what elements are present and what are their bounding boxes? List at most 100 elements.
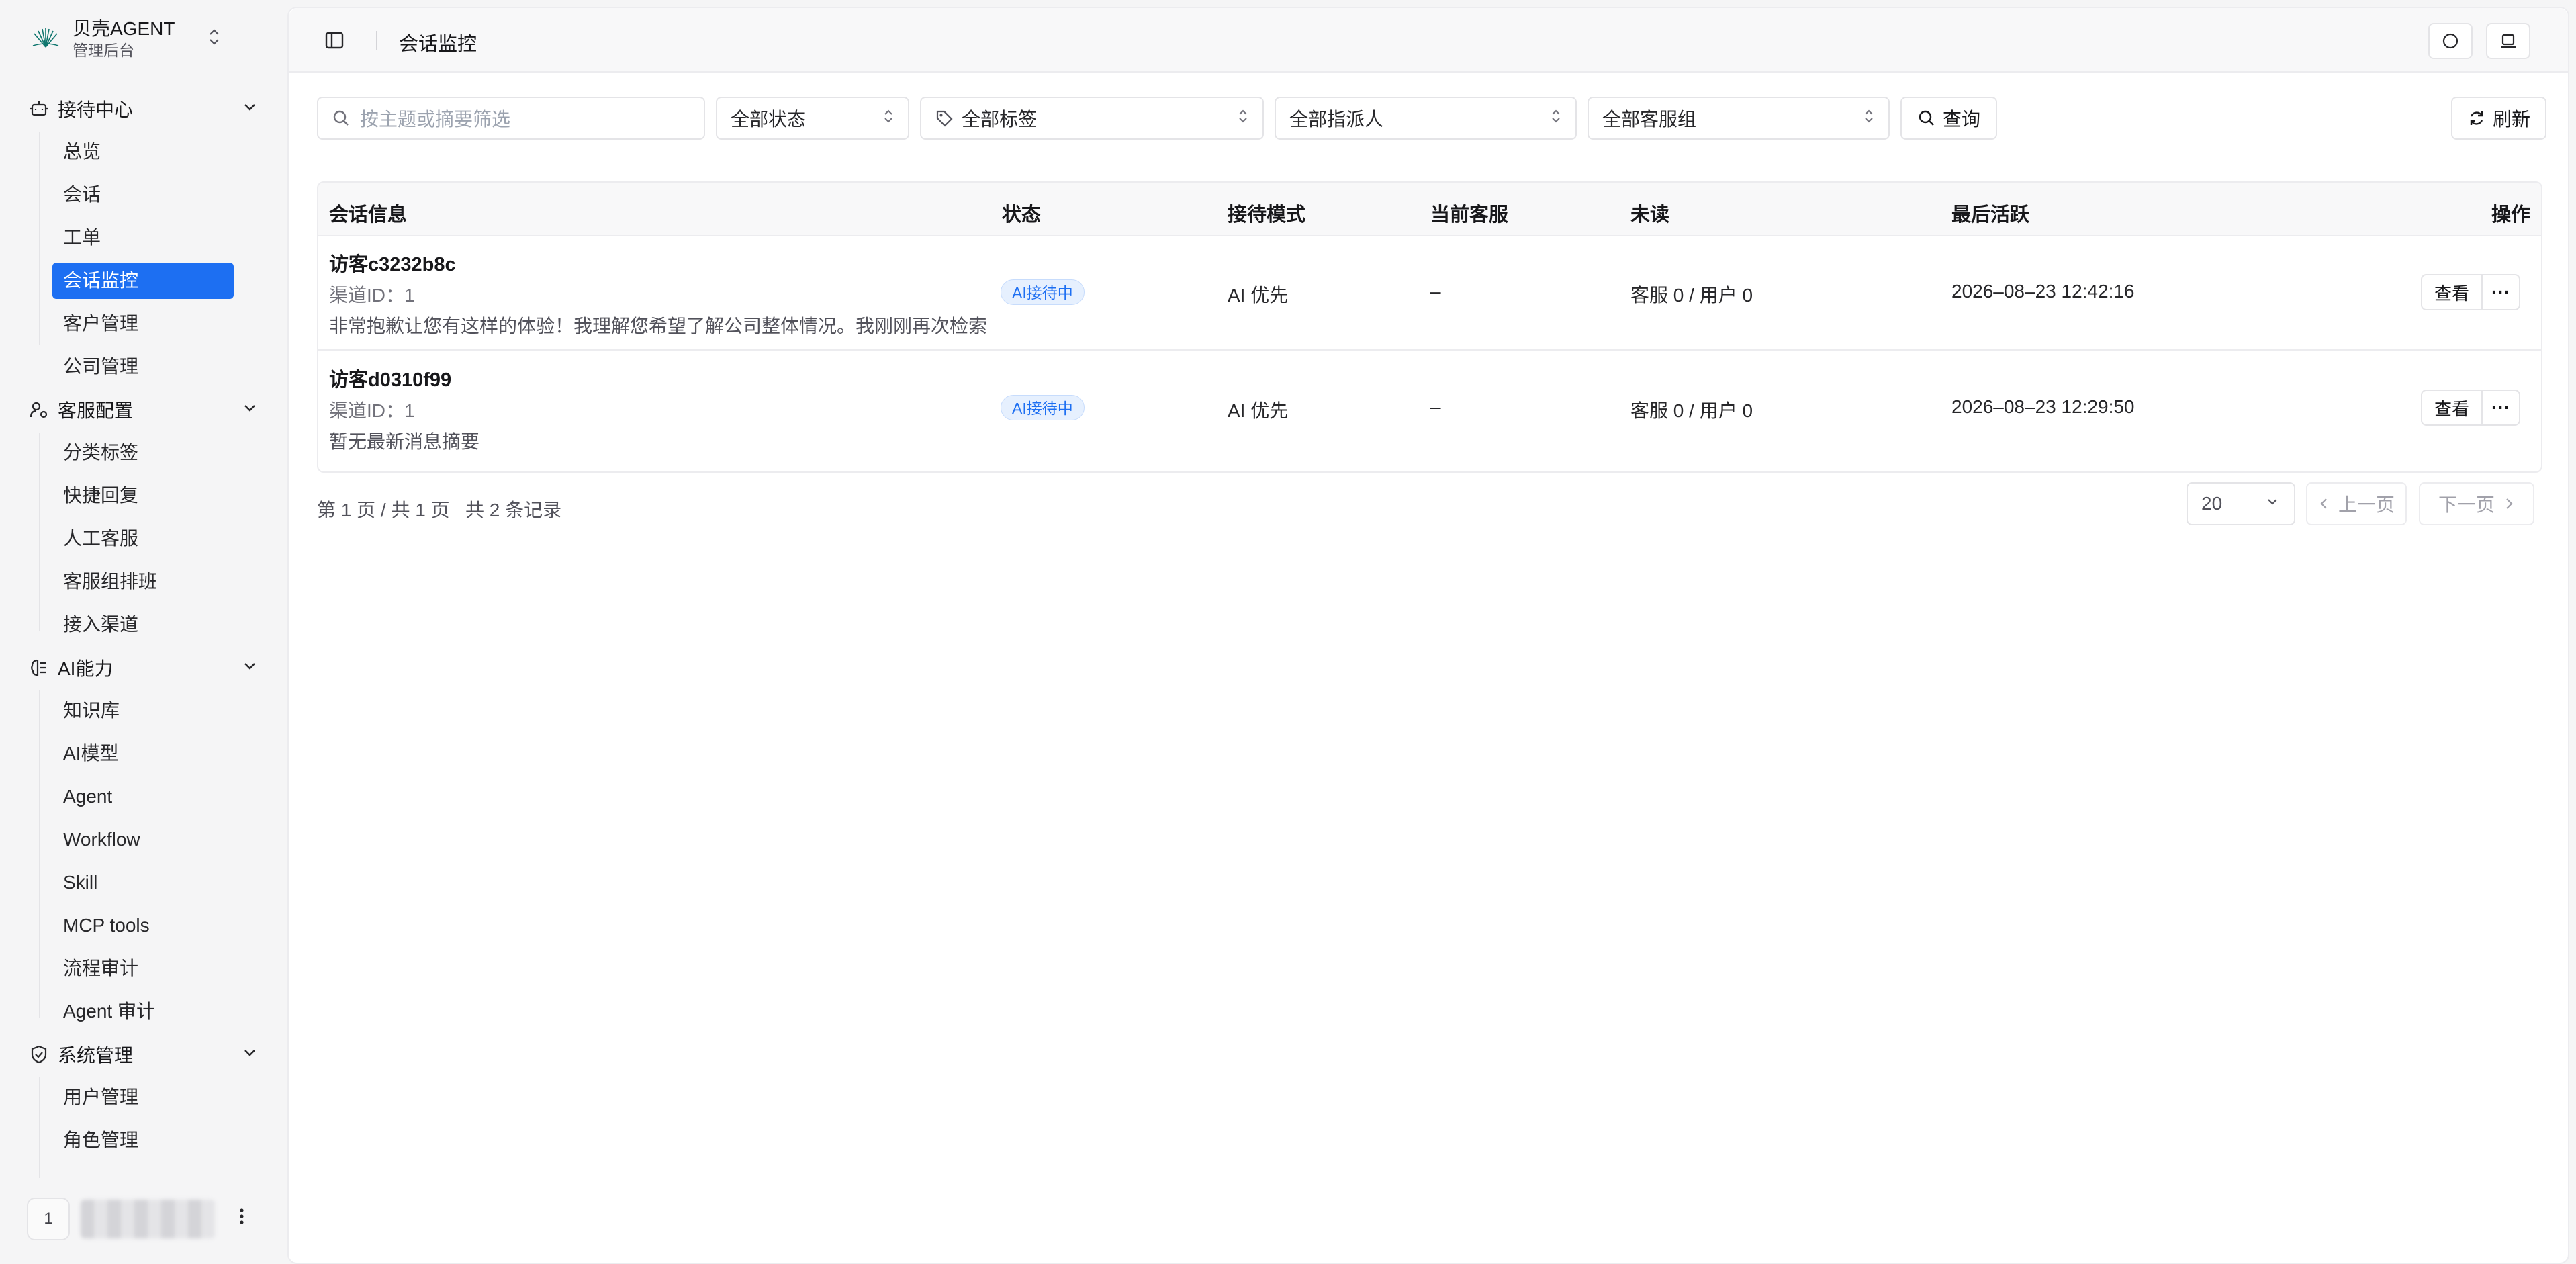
unread-count: 客服 0 / 用户 0 <box>1630 285 1753 306</box>
view-button[interactable]: 查看 <box>2421 274 2483 310</box>
user-menu[interactable]: 1 <box>27 1195 259 1243</box>
message-summary: 暂无最新消息摘要 <box>329 431 480 452</box>
sidebar-item-tags[interactable]: 分类标签 <box>52 435 234 471</box>
sidebar-item-skill[interactable]: Skill <box>52 864 234 901</box>
next-page-button[interactable]: 下一页 <box>2419 482 2534 525</box>
brand-switcher[interactable]: 贝壳AGENT 管理后台 <box>27 15 262 63</box>
nav-group-ai[interactable]: AI能力 <box>27 650 259 685</box>
conversation-table: 会话信息 状态 接待模式 当前客服 未读 最后活跃 操作 访客c3232b8c … <box>317 181 2542 473</box>
sidebar-item-overview[interactable]: 总览 <box>52 134 234 170</box>
page-size-select[interactable]: 20 <box>2187 482 2295 525</box>
sidebar-item-knowledge-base[interactable]: 知识库 <box>52 692 234 729</box>
column-header-info: 会话信息 <box>329 204 408 226</box>
tags-select-value: 全部标签 <box>962 109 1038 130</box>
brand-logo-icon <box>27 20 64 58</box>
current-agent: – <box>1430 281 1441 302</box>
sidebar-item-quick-replies[interactable]: 快捷回复 <box>52 478 234 514</box>
tags-select[interactable]: 全部标签 <box>920 97 1264 140</box>
status-badge: AI接待中 <box>1001 395 1085 420</box>
sidebar-item-users[interactable]: 用户管理 <box>52 1079 234 1116</box>
status-badge: AI接待中 <box>1001 279 1085 305</box>
sidebar-item-agent-audit[interactable]: Agent 审计 <box>52 993 234 1030</box>
refresh-button[interactable]: 刷新 <box>2451 97 2546 140</box>
chevron-down-icon <box>241 657 259 679</box>
assignee-select[interactable]: 全部指派人 <box>1275 97 1577 140</box>
status-select[interactable]: 全部状态 <box>716 97 909 140</box>
chevron-up-down-icon <box>1550 107 1562 129</box>
column-header-status: 状态 <box>1002 204 1042 226</box>
conversation-title: 访客d0310f99 <box>329 369 452 391</box>
brain-icon <box>27 656 51 680</box>
nav-group-reception[interactable]: 接待中心 <box>27 91 259 126</box>
query-button-label: 查询 <box>1942 109 1980 130</box>
query-button[interactable]: 查询 <box>1900 97 1997 140</box>
more-vertical-icon[interactable] <box>238 1206 245 1232</box>
chevron-right-icon <box>2506 498 2513 509</box>
more-horizontal-icon[interactable]: ··· <box>2481 274 2520 310</box>
table-header: 会话信息 状态 接待模式 当前客服 未读 最后活跃 操作 <box>318 183 2541 236</box>
sidebar-item-conversations[interactable]: 会话 <box>52 177 234 213</box>
nav-group-service-config[interactable]: 客服配置 <box>27 392 259 427</box>
search-placeholder: 按主题或摘要筛选 <box>360 109 511 130</box>
column-header-unread: 未读 <box>1630 204 1670 226</box>
sidebar-item-conversation-monitor[interactable]: 会话监控 <box>52 263 234 299</box>
user-cog-icon <box>27 398 51 422</box>
refresh-button-label: 刷新 <box>2492 109 2530 130</box>
screen-button[interactable] <box>2486 23 2530 59</box>
column-header-agent: 当前客服 <box>1430 204 1509 226</box>
sidebar-item-group-schedule[interactable]: 客服组排班 <box>52 563 234 600</box>
nav-group-system[interactable]: 系统管理 <box>27 1037 259 1072</box>
theme-toggle-button[interactable] <box>2428 23 2473 59</box>
page-title: 会话监控 <box>399 34 477 55</box>
chevron-left-icon <box>2320 498 2327 509</box>
chevron-up-down-icon <box>1237 107 1249 129</box>
topbar: 会话监控 <box>289 8 2568 73</box>
search-input[interactable]: 按主题或摘要筛选 <box>317 97 705 140</box>
column-header-actions: 操作 <box>2491 204 2531 226</box>
sidebar-item-mcp-tools[interactable]: MCP tools <box>52 907 234 944</box>
sidebar-item-agent[interactable]: Agent <box>52 778 234 815</box>
nav-group-label: AI能力 <box>58 658 113 679</box>
sidebar-item-flow-audit[interactable]: 流程审计 <box>52 950 234 987</box>
chevron-up-down-icon <box>1863 107 1875 129</box>
sidebar-toggle-icon[interactable] <box>324 30 345 51</box>
column-header-last-active: 最后活跃 <box>1951 204 2030 226</box>
service-group-select[interactable]: 全部客服组 <box>1588 97 1890 140</box>
chevron-down-icon <box>2264 493 2281 514</box>
service-group-select-value: 全部客服组 <box>1602 109 1697 130</box>
brand-name: 贝壳AGENT <box>73 18 175 39</box>
table-row: 访客c3232b8c 渠道ID：1 非常抱歉让您有这样的体验！我理解您希望了解公… <box>318 236 2541 351</box>
more-horizontal-icon[interactable]: ··· <box>2481 390 2520 426</box>
column-header-mode: 接待模式 <box>1228 204 1306 226</box>
shield-icon <box>27 1042 51 1067</box>
chevron-down-icon <box>241 98 259 120</box>
sidebar-item-customers[interactable]: 客户管理 <box>52 306 234 342</box>
nav-group-label: 客服配置 <box>58 400 134 421</box>
sidebar-item-workflow[interactable]: Workflow <box>52 821 234 858</box>
refresh-icon <box>2470 111 2483 125</box>
sidebar-item-channels[interactable]: 接入渠道 <box>52 606 234 643</box>
channel-id: 渠道ID：1 <box>329 400 415 421</box>
sidebar-item-companies[interactable]: 公司管理 <box>52 349 234 385</box>
sidebar-item-roles[interactable]: 角色管理 <box>52 1122 234 1159</box>
sidebar: 贝壳AGENT 管理后台 接待中心 总览 会话 工单 会话监控 客户管理 公司管… <box>0 0 285 1264</box>
prev-page-button[interactable]: 上一页 <box>2306 482 2407 525</box>
reception-mode: AI 优先 <box>1228 400 1289 421</box>
current-agent: – <box>1430 396 1441 417</box>
view-button[interactable]: 查看 <box>2421 390 2483 426</box>
main-panel: 会话监控 按主题或摘要筛选 全部状态 全部标签 全部指派人 全部客服组 查询 刷… <box>287 7 2569 1264</box>
circle-icon <box>2442 33 2458 49</box>
sidebar-item-human-agents[interactable]: 人工客服 <box>52 521 234 557</box>
conversation-title: 访客c3232b8c <box>329 254 456 275</box>
bot-icon <box>27 97 51 121</box>
sidebar-item-ai-models[interactable]: AI模型 <box>52 735 234 772</box>
reception-mode: AI 优先 <box>1228 285 1289 306</box>
nav-group-label: 系统管理 <box>58 1045 134 1066</box>
nav-group-label: 接待中心 <box>58 99 134 120</box>
chevron-up-down-icon[interactable] <box>207 27 222 52</box>
tag-icon <box>936 110 953 127</box>
status-select-value: 全部状态 <box>731 109 807 130</box>
brand-subtitle: 管理后台 <box>73 42 134 59</box>
sidebar-item-tickets[interactable]: 工单 <box>52 220 234 256</box>
pagination-info: 第 1 页 / 共 1 页 共 2 条记录 <box>317 500 562 521</box>
